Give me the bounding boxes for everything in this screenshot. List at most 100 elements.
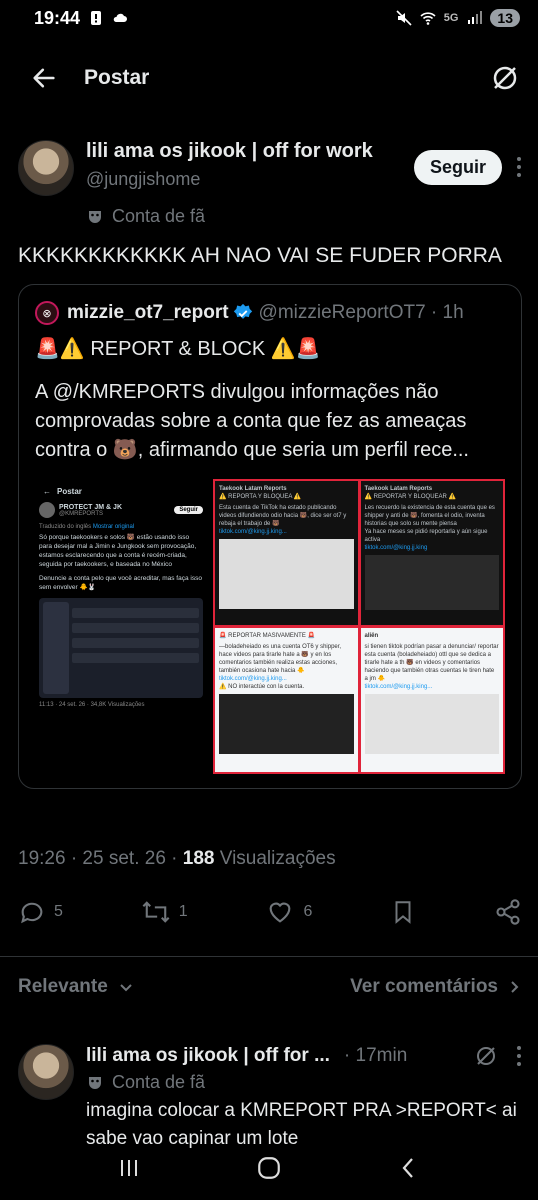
sort-dropdown[interactable]: Relevante [18,976,134,998]
like-action[interactable]: 6 [265,898,312,926]
media-screenshot-left[interactable]: ← Postar PROTECT JM & JK @KMREPORTS Segu… [35,479,207,774]
heart-icon [270,902,291,923]
action-bar: 5 1 6 [18,898,522,926]
cell3-link: tiktok.com/@king.jj.king... [219,676,287,682]
wifi-icon [420,12,436,25]
cell2-text: Les recuerdo la existencia de esta cuent… [364,505,495,527]
cell2-tag: ⚠️ REPORTAR Y BLOQUEAR ⚠️ [364,494,457,500]
repost-action[interactable]: 1 [141,898,188,926]
grok-icon[interactable] [474,1044,498,1068]
quoted-post[interactable]: ⊗ mizzie_ot7_report @mizzieReportOT7 · 1… [18,284,522,789]
cell3-note: ⚠️ NO interactúe con la cuenta. [219,684,305,690]
media-cell-1: Taekook Latam Reports ⚠️ REPORTA Y BLOQU… [215,481,358,625]
reply-item[interactable]: lili ama os jikook | off for ... · 17min… [18,1044,522,1153]
fan-label-text: Conta de fã [112,206,206,226]
divider [0,956,538,957]
like-count: 6 [303,903,313,920]
media-left-footer: 11:13 · 24 set. 26 · 34,8K Visualizações [39,702,145,708]
notification-icon [91,11,102,25]
cell3-tag: 🚨 REPORTAR MASIVAMENTE 🚨 [219,633,315,639]
views-count: 188 [182,848,215,869]
reply-icon [21,902,43,924]
chevron-down-icon [120,984,132,992]
mask-icon [89,210,101,223]
reply-fan-label-text: Conta de fã [112,1072,206,1092]
recent-apps-icon[interactable] [117,1156,141,1180]
cell4-head: aliёn [364,633,379,639]
repost-icon [142,901,170,923]
quote-handle: @mizzieReportOT7 · 1h [258,302,464,323]
see-comments-link[interactable]: Ver comentários [350,976,522,998]
sort-label: Relevante [18,976,108,997]
post-meta: 19:26 · 25 set. 26 · 188 Visualizações [18,848,336,870]
chevron-right-icon [511,981,519,993]
media-grid-right[interactable]: Taekook Latam Reports ⚠️ REPORTA Y BLOQU… [213,479,505,774]
author-handle[interactable]: @jungjishome [86,169,414,190]
mute-icon [396,10,412,26]
more-options-icon[interactable] [516,156,522,178]
home-icon[interactable] [256,1155,282,1181]
bookmark-action[interactable] [390,898,416,926]
cell2-text2: Ya hace meses se pidió reportarla y aún … [364,529,488,543]
repost-count: 1 [178,903,188,920]
battery-indicator: 13 [490,9,520,27]
back-icon[interactable] [397,1156,421,1180]
system-nav-bar [0,1148,538,1188]
reply-count: 5 [54,903,63,920]
cell4-link: tiktok.com/@king.jj.king... [364,684,433,690]
cell1-tag: ⚠️ REPORTA Y BLOQUEA ⚠️ [219,494,302,500]
more-options-icon[interactable] [516,1045,522,1067]
reply-text: imagina colocar a KMREPORT PRA >REPORT< … [86,1100,517,1149]
network-type: 5G [443,12,459,24]
status-time: 19:44 [34,7,81,28]
quote-author-name: mizzie_ot7_report [67,302,229,323]
cell4-text: si tienen tiktok podrían pasar a denunci… [364,644,499,682]
reply-time: · 17min [343,1045,408,1066]
cell1-link: tiktok.com/@king.jj.king... [219,529,287,535]
bookmark-icon [395,901,411,924]
media-left-avatar [39,502,55,518]
reply-author-name[interactable]: lili ama os jikook | off for ... [86,1045,330,1067]
cell2-link: tiktok.com/@king.jj.king [364,545,428,551]
media-left-body2: Denuncie a conta pelo que você acreditar… [39,575,202,591]
cell3-text: —boladeheiado es una cuenta OT6 y shippe… [219,644,342,674]
media-cell-2: Taekook Latam Reports ⚠️ REPORTAR Y BLOQ… [360,481,503,625]
share-icon [496,899,520,925]
author-name[interactable]: lili ama os jikook | off for work [86,140,414,163]
quote-text: A @/KMREPORTS divulgou informações não c… [35,381,469,461]
signal-icon [468,11,483,24]
quote-media[interactable]: ← Postar PROTECT JM & JK @KMREPORTS Segu… [35,479,505,774]
status-bar: 19:44 5G 13 [0,0,538,36]
back-arrow-icon[interactable] [30,64,58,92]
media-left-handle: @KMREPORTS [59,510,103,517]
cell2-head: Taekook Latam Reports [364,486,433,492]
reply-fan-label: Conta de fã [86,1072,522,1093]
sort-bar: Relevante Ver comentários [18,976,522,998]
cell1-head: Taekook Latam Reports [219,486,287,492]
cell1-text: Esta cuenta de TikTok ha estado publican… [219,505,347,527]
post-timestamp: 19:26 · 25 set. 26 · [18,848,183,869]
quote-avatar: ⊗ [35,301,59,325]
quote-title: 🚨⚠️ REPORT & BLOCK ⚠️🚨 [35,338,321,360]
cloud-icon [113,13,128,22]
share-action[interactable] [494,898,522,926]
avatar[interactable] [18,140,74,196]
see-comments-label: Ver comentários [350,976,498,997]
media-left-title: Postar [57,487,82,496]
top-bar: Postar [0,52,538,104]
page-title: Postar [84,66,150,89]
media-left-translated: Traduzido do inglês [39,524,92,530]
follow-button[interactable]: Seguir [413,150,502,185]
media-left-show-original: Mostrar original [92,524,135,530]
views-label: Visualizações [214,848,336,869]
media-left-follow: Seguir [174,506,203,514]
media-back-icon: ← [43,487,51,496]
media-cell-3: 🚨 REPORTAR MASIVAMENTE 🚨 —boladeheiado e… [215,628,358,772]
media-left-body: Só porque taekookers e solos 🐻 estão usa… [39,534,197,568]
post-text: KKKKKKKKKKKK AH NAO VAI SE FUDER PORRA [18,244,502,267]
mask-icon [89,1076,101,1089]
main-post: lili ama os jikook | off for work @jungj… [18,140,522,789]
grok-icon[interactable] [490,63,520,93]
reply-action[interactable]: 5 [18,898,63,926]
reply-avatar[interactable] [18,1044,74,1100]
